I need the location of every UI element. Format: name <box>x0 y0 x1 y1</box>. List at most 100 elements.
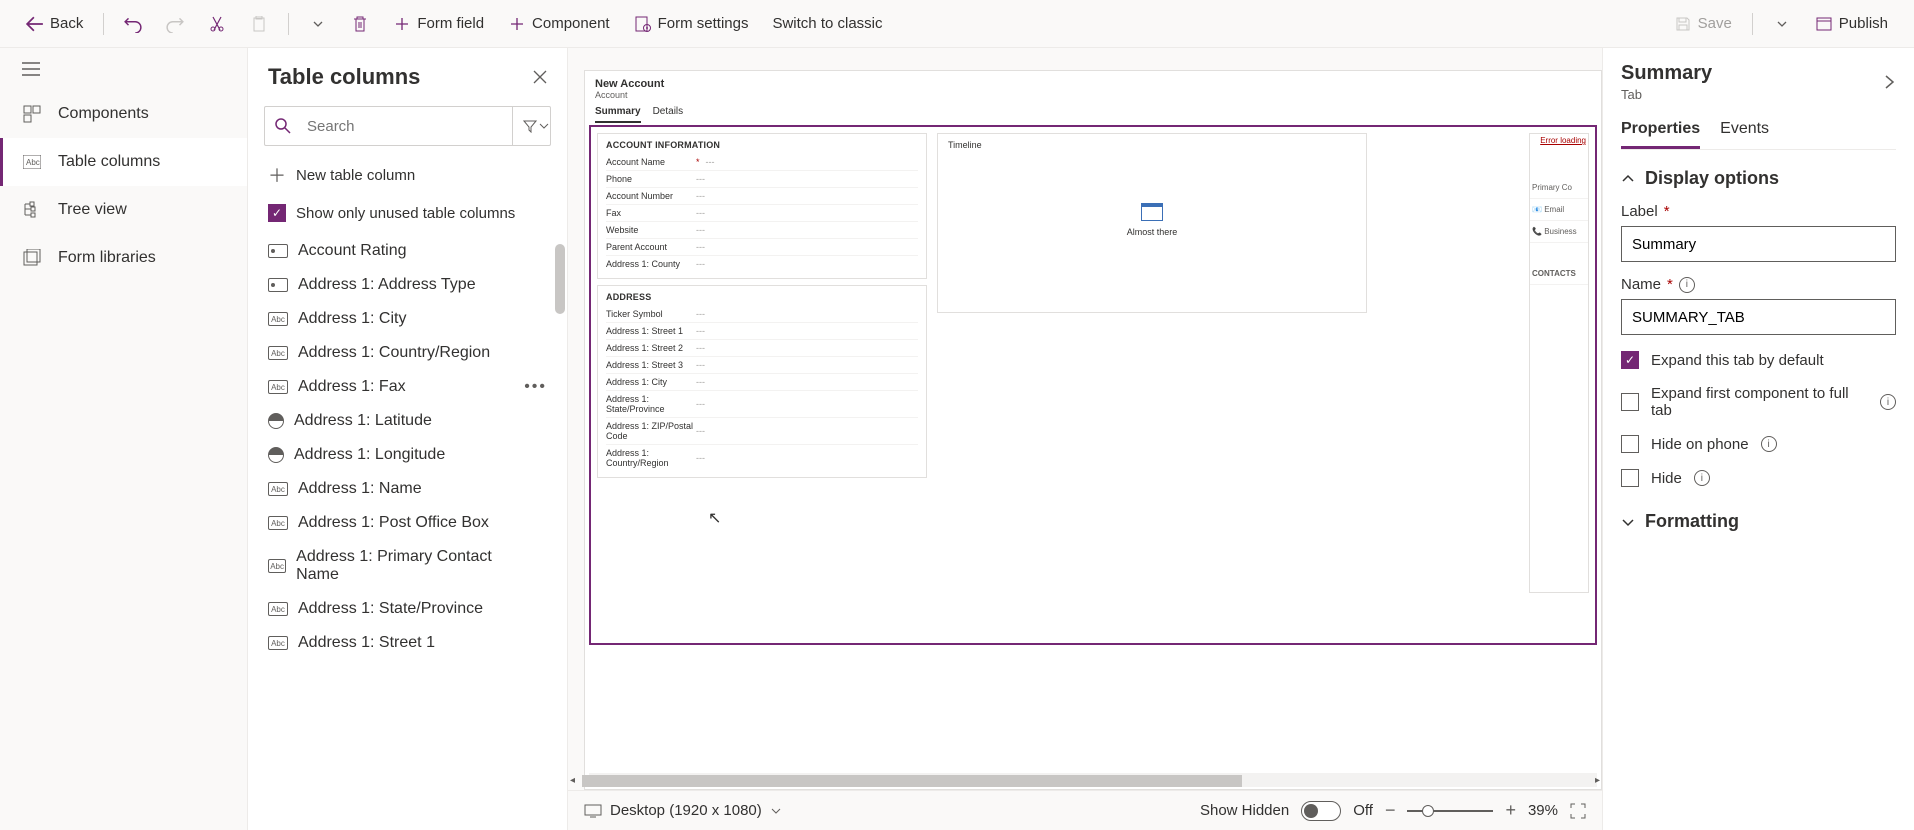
form-field-row[interactable]: Address 1: County--- <box>606 256 918 272</box>
zoom-slider[interactable] <box>1407 810 1493 812</box>
canvas-horizontal-scrollbar[interactable]: ◂ ▸ <box>568 772 1602 790</box>
nav-form-libraries[interactable]: Form libraries <box>0 234 247 282</box>
search-input[interactable] <box>301 118 512 135</box>
chevron-down-icon <box>1621 515 1635 529</box>
section-display-options[interactable]: Display options <box>1621 168 1896 189</box>
label-input[interactable] <box>1621 226 1896 262</box>
viewport-selector[interactable]: Desktop (1920 x 1080) <box>584 802 782 819</box>
publish-button[interactable]: Publish <box>1805 9 1898 39</box>
paste-chevron[interactable] <box>299 9 337 39</box>
show-hidden-toggle[interactable] <box>1301 801 1341 821</box>
section-formatting[interactable]: Formatting <box>1621 511 1896 532</box>
field-value: --- <box>696 225 705 235</box>
form-field-row[interactable]: Account Number--- <box>606 188 918 205</box>
info-icon[interactable]: i <box>1761 436 1777 452</box>
column-item[interactable]: AbcAddress 1: Fax••• <box>248 370 567 404</box>
column-item[interactable]: AbcAddress 1: Name••• <box>248 472 567 506</box>
form-field-row[interactable]: Address 1: State/Province--- <box>606 391 918 418</box>
column-item[interactable]: AbcAddress 1: Primary Contact Name••• <box>248 540 567 592</box>
timeline-section[interactable]: Timeline Almost there <box>937 133 1367 313</box>
form-surface[interactable]: New Account Account Summary Details ACCO… <box>584 70 1602 790</box>
field-label: Address 1: Street 1 <box>606 326 696 336</box>
show-unused-checkbox[interactable]: ✓ Show only unused table columns <box>248 198 567 234</box>
redo-button[interactable] <box>156 9 194 39</box>
column-item[interactable]: AbcAddress 1: Street 1••• <box>248 626 567 660</box>
save-label: Save <box>1698 15 1732 32</box>
nav-table-columns[interactable]: Abc Table columns <box>0 138 247 186</box>
delete-button[interactable] <box>341 9 379 39</box>
aside-primary-co: Primary Co <box>1530 177 1588 199</box>
hide-phone-checkbox[interactable]: Hide on phone i <box>1621 435 1896 453</box>
canvas-statusbar: Desktop (1920 x 1080) Show Hidden Off − … <box>568 790 1602 830</box>
scroll-thumb[interactable] <box>582 775 1242 787</box>
column-item[interactable]: AbcAddress 1: Post Office Box••• <box>248 506 567 540</box>
paste-button[interactable] <box>240 9 278 39</box>
undo-button[interactable] <box>114 9 152 39</box>
form-field-row[interactable]: Parent Account--- <box>606 239 918 256</box>
hamburger-button[interactable] <box>0 48 247 90</box>
column-item[interactable]: AbcAddress 1: City••• <box>248 302 567 336</box>
nav-tree-view[interactable]: Tree view <box>0 186 247 234</box>
fit-button[interactable] <box>1570 803 1586 819</box>
search-box[interactable] <box>264 106 551 146</box>
form-field-row[interactable]: Address 1: Street 3--- <box>606 357 918 374</box>
section-address[interactable]: ADDRESS Ticker Symbol---Address 1: Stree… <box>597 285 927 478</box>
form-field-row[interactable]: Phone--- <box>606 171 918 188</box>
column-item[interactable]: AbcAddress 1: State/Province••• <box>248 592 567 626</box>
add-component-button[interactable]: Component <box>498 9 620 39</box>
info-icon[interactable]: i <box>1694 470 1710 486</box>
switch-classic-button[interactable]: Switch to classic <box>762 9 892 38</box>
form-aside[interactable]: Error loading Primary Co 📧 Email 📞 Busin… <box>1529 133 1589 593</box>
error-loading-link[interactable]: Error loading <box>1530 134 1588 147</box>
hide-checkbox[interactable]: Hide i <box>1621 469 1896 487</box>
column-item[interactable]: Address 1: Address Type••• <box>248 268 567 302</box>
form-tab-details[interactable]: Details <box>653 106 684 123</box>
zoom-in-button[interactable]: + <box>1505 800 1516 821</box>
form-settings-button[interactable]: Form settings <box>624 9 759 39</box>
form-field-row[interactable]: Address 1: City--- <box>606 374 918 391</box>
column-item[interactable]: Address 1: Latitude••• <box>248 404 567 438</box>
nav-components-label: Components <box>58 105 149 123</box>
nav-table-columns-label: Table columns <box>58 153 160 171</box>
collapse-pane-button[interactable] <box>1882 75 1896 89</box>
form-tab-summary[interactable]: Summary <box>595 106 641 123</box>
add-form-field-button[interactable]: Form field <box>383 9 494 39</box>
save-button[interactable]: Save <box>1664 9 1742 39</box>
form-settings-icon <box>634 15 652 33</box>
back-button[interactable]: Back <box>16 9 93 39</box>
form-field-row[interactable]: Account Name*--- <box>606 154 918 171</box>
expand-first-checkbox[interactable]: Expand first component to full tab i <box>1621 385 1896 419</box>
column-item[interactable]: Address 1: Longitude••• <box>248 438 567 472</box>
cut-button[interactable] <box>198 9 236 39</box>
column-list[interactable]: Account Rating•••Address 1: Address Type… <box>248 234 567 830</box>
column-label: Address 1: Primary Contact Name <box>296 548 514 584</box>
form-field-row[interactable]: Address 1: Country/Region--- <box>606 445 918 471</box>
form-field-row[interactable]: Address 1: Street 2--- <box>606 340 918 357</box>
form-field-row[interactable]: Address 1: Street 1--- <box>606 323 918 340</box>
info-icon[interactable]: i <box>1679 277 1695 293</box>
switch-classic-label: Switch to classic <box>772 15 882 32</box>
zoom-out-button[interactable]: − <box>1385 800 1396 821</box>
prop-tab-events[interactable]: Events <box>1720 120 1769 149</box>
more-icon[interactable]: ••• <box>524 378 547 396</box>
section-account-info[interactable]: ACCOUNT INFORMATION Account Name*---Phon… <box>597 133 927 279</box>
info-icon[interactable]: i <box>1880 394 1896 410</box>
name-input[interactable] <box>1621 299 1896 335</box>
scroll-left-arrow-icon[interactable]: ◂ <box>570 775 575 786</box>
nav-components[interactable]: Components <box>0 90 247 138</box>
form-field-row[interactable]: Website--- <box>606 222 918 239</box>
save-chevron[interactable] <box>1763 9 1801 39</box>
prop-tab-properties[interactable]: Properties <box>1621 120 1700 149</box>
scroll-right-arrow-icon[interactable]: ▸ <box>1595 775 1600 786</box>
form-field-row[interactable]: Fax--- <box>606 205 918 222</box>
form-tab-body[interactable]: ACCOUNT INFORMATION Account Name*---Phon… <box>589 125 1597 645</box>
new-table-column-button[interactable]: ＋ New table column <box>248 152 567 198</box>
form-field-row[interactable]: Address 1: ZIP/Postal Code--- <box>606 418 918 445</box>
close-pane-button[interactable] <box>533 70 547 84</box>
column-item[interactable]: AbcAddress 1: Country/Region••• <box>248 336 567 370</box>
filter-button[interactable] <box>512 107 559 145</box>
expand-default-checkbox[interactable]: ✓ Expand this tab by default <box>1621 351 1896 369</box>
form-field-row[interactable]: Ticker Symbol--- <box>606 306 918 323</box>
column-item[interactable]: Account Rating••• <box>248 234 567 268</box>
scrollbar-thumb[interactable] <box>555 244 565 314</box>
